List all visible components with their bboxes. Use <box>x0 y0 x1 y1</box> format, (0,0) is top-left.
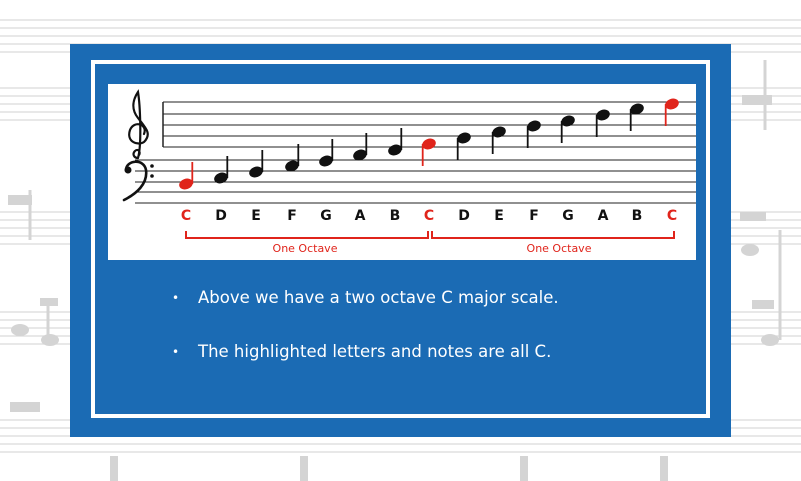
note-letter: B <box>632 208 643 224</box>
bass-clef-icon <box>122 160 154 202</box>
bullet-dot-icon: • <box>172 345 180 359</box>
grand-staff-panel: C D E F G A B C D E F G A B C One Octave One Octave <box>108 84 696 260</box>
note-letter: G <box>562 208 574 224</box>
bullet-item: • The highlighted letters and notes are … <box>170 342 690 362</box>
bullet-item: • Above we have a two octave C major sca… <box>170 288 690 308</box>
note-letter: A <box>598 208 609 224</box>
octave-brackets <box>185 231 675 239</box>
note-letter: A <box>355 208 366 224</box>
note-letter: E <box>494 208 504 224</box>
note-letter: F <box>287 208 297 224</box>
note-letters: CDEFGABCDEFGABC <box>181 208 677 224</box>
bullet-dot-icon: • <box>172 291 180 305</box>
bullet-text: Above we have a two octave C major scale… <box>198 288 559 307</box>
treble-clef-icon <box>128 89 149 160</box>
octave-label-1: One Octave <box>273 242 338 255</box>
note-letter: D <box>215 208 227 224</box>
bullet-list: • Above we have a two octave C major sca… <box>170 288 690 396</box>
note-letter: C <box>667 208 677 224</box>
note-letter: D <box>458 208 470 224</box>
note-letter: G <box>320 208 332 224</box>
note-letter: E <box>251 208 261 224</box>
scale-notes <box>179 98 679 190</box>
bullet-text: The highlighted letters and notes are al… <box>198 342 552 361</box>
note-letter: F <box>529 208 539 224</box>
note-letter: C <box>181 208 191 224</box>
octave-label-2: One Octave <box>527 242 592 255</box>
note-letter: B <box>390 208 401 224</box>
grand-staff: C D E F G A B C D E F G A B C One Octave One Octave <box>122 89 696 255</box>
note-letter: C <box>424 208 434 224</box>
